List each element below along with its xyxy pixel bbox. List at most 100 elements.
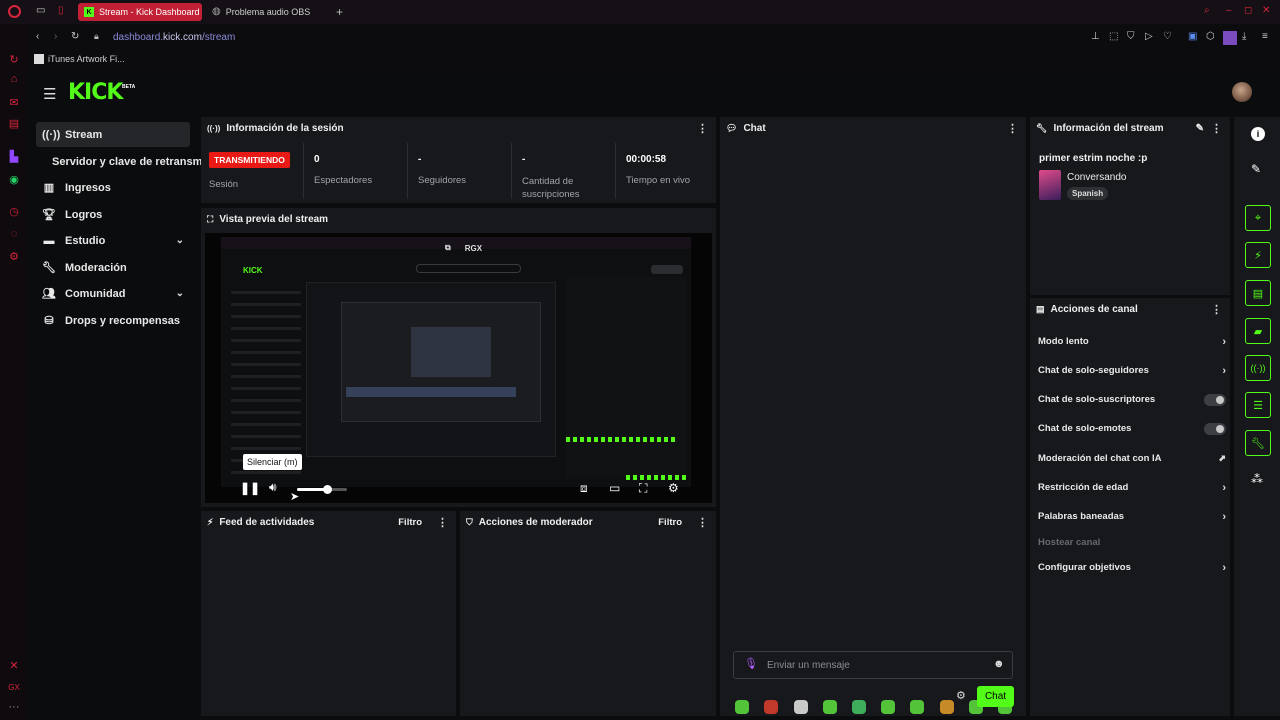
settings-icon[interactable]: ⚙ <box>668 482 679 494</box>
shield-icon[interactable]: ⛉ <box>1127 32 1135 42</box>
new-tab-button[interactable]: + <box>336 5 343 19</box>
news-icon[interactable]: ▤ <box>7 116 21 130</box>
category-name[interactable]: Conversando <box>1067 172 1126 183</box>
chat-send-button[interactable]: Chat <box>977 686 1014 707</box>
pause-icon[interactable]: ❚❚ <box>240 482 260 494</box>
broadcast-icon[interactable]: ((·)) <box>1245 355 1271 381</box>
crypto-icon[interactable]: ✕ <box>7 658 21 672</box>
whatsapp-icon[interactable]: ◉ <box>7 172 21 186</box>
theatre-icon[interactable]: ▭ <box>609 482 620 494</box>
emote-icon[interactable] <box>823 700 837 714</box>
tab-icon[interactable]: ▯ <box>58 6 64 16</box>
refresh-sidebar-icon[interactable]: ↻ <box>7 52 21 66</box>
sidebar-item-comunidad[interactable]: 👥︎ Comunidad ⌄ <box>36 281 190 306</box>
pinboard-icon[interactable]: ◌ <box>7 227 21 241</box>
channel-action-moderacion-ia[interactable]: Moderación del chat con IA ⬈ <box>1038 453 1226 464</box>
more-options-icon[interactable]: ⋮ <box>1211 303 1222 316</box>
back-icon[interactable]: ‹ <box>36 32 39 42</box>
volume-icon[interactable]: 🔊︎ <box>269 481 277 493</box>
tab-kick-dashboard[interactable]: K Stream - Kick Dashboard <box>78 3 202 21</box>
lightning-icon[interactable]: ⚡︎ <box>1245 242 1271 268</box>
extensions-icon[interactable]: ⬡ <box>1206 32 1215 42</box>
close-window-icon[interactable]: ✕ <box>1262 6 1270 16</box>
gx-icon[interactable]: GX <box>7 680 21 694</box>
profile-ext-icon[interactable] <box>1223 31 1237 45</box>
microphone-icon[interactable]: 🎙︎ <box>744 659 758 670</box>
sidebar-item-drops[interactable]: ⛁ Drops y recompensas <box>36 308 190 333</box>
channel-action-restriccion-edad[interactable]: Restricción de edad › <box>1038 482 1226 494</box>
sidebar-item-logros[interactable]: 🏆︎ Logros <box>36 202 190 227</box>
emote-icon[interactable] <box>764 700 778 714</box>
info-icon[interactable]: i <box>1251 127 1265 141</box>
pin-icon[interactable]: ⊥ <box>1091 32 1100 42</box>
tab-problema-audio[interactable]: ◍ Problema audio OBS <box>206 3 326 21</box>
heart-icon[interactable]: ♡ <box>1163 32 1172 42</box>
more-options-icon[interactable]: ⋮ <box>697 516 708 529</box>
snapshot-icon[interactable]: ⬚ <box>1109 32 1118 42</box>
channel-action-solo-seguidores[interactable]: Chat de solo-seguidores › <box>1038 365 1226 377</box>
channel-action-modo-lento[interactable]: Modo lento › <box>1038 336 1226 348</box>
filter-button[interactable]: Filtro <box>658 517 682 528</box>
list-icon[interactable]: ☰ <box>1245 392 1271 418</box>
share-icon[interactable]: ⁂ <box>1251 473 1263 485</box>
chat-settings-icon[interactable]: ⚙ <box>956 691 966 702</box>
opera-logo-icon[interactable] <box>8 5 21 18</box>
url-field[interactable]: dashboard.kick.com/stream <box>113 32 235 43</box>
toggle-switch[interactable] <box>1204 393 1226 406</box>
more-options-icon[interactable]: ⋮ <box>697 122 708 135</box>
sidebar-item-servidor[interactable]: Servidor y clave de retransm <box>46 149 202 174</box>
kick-logo[interactable]: KICK BETA <box>68 80 135 105</box>
more-options-icon[interactable]: ⋮ <box>1211 122 1222 135</box>
workspaces-icon[interactable]: ▭ <box>36 6 45 16</box>
avatar[interactable] <box>1232 82 1252 102</box>
edit-layout-icon[interactable]: ✎ <box>1251 163 1261 175</box>
more-options-icon[interactable]: ⋮ <box>437 516 448 529</box>
emote-icon[interactable] <box>940 700 954 714</box>
toggle-switch[interactable] <box>1204 422 1226 435</box>
download-icon[interactable]: ⤓ <box>1242 32 1246 42</box>
target-icon[interactable]: ⌖ <box>1245 205 1271 231</box>
emoji-icon[interactable]: ☻ <box>993 659 1005 670</box>
history-icon[interactable]: ◷ <box>7 204 21 218</box>
emote-icon[interactable] <box>852 700 866 714</box>
category-thumbnail[interactable] <box>1039 170 1061 200</box>
pip-icon[interactable]: ⧈ <box>580 482 588 494</box>
forward-icon[interactable]: › <box>54 32 57 42</box>
sidebar-item-stream[interactable]: ((·)) Stream <box>36 122 190 147</box>
emote-icon[interactable] <box>735 700 749 714</box>
twitch-icon[interactable]: ▙ <box>7 149 21 163</box>
volume-slider[interactable] <box>297 485 347 494</box>
shopping-icon[interactable]: ⌂ <box>7 72 21 86</box>
filter-button[interactable]: Filtro <box>398 517 422 528</box>
emote-icon[interactable] <box>794 700 808 714</box>
volume-knob[interactable] <box>323 485 332 494</box>
search-tabs-icon[interactable]: ⌕ <box>1204 6 1210 16</box>
messenger-icon[interactable]: ✉ <box>7 95 21 109</box>
document-icon[interactable]: ▤ <box>1245 280 1271 306</box>
translate-icon[interactable]: ▣ <box>1188 32 1197 42</box>
wrench-icon[interactable]: 🔧︎ <box>1245 430 1271 456</box>
sidebar-item-ingresos[interactable]: ▥ Ingresos <box>36 175 190 200</box>
bookmark-itunes[interactable]: iTunes Artwork Fi... <box>34 54 125 64</box>
player-icon[interactable]: ▷ <box>1145 32 1153 42</box>
chat-input[interactable]: 🎙︎ Enviar un mensaje ☻ <box>733 651 1013 679</box>
menu-icon[interactable]: ≡ <box>1262 32 1268 42</box>
emote-icon[interactable] <box>881 700 895 714</box>
mute-tooltip: Silenciar (m) <box>243 454 302 470</box>
more-icon[interactable]: ··· <box>7 700 21 714</box>
channel-action-objetivos[interactable]: Configurar objetivos › <box>1038 562 1226 574</box>
hamburger-icon[interactable]: ☰ <box>43 85 56 103</box>
chat-bubble-icon[interactable]: ▰ <box>1245 318 1271 344</box>
reload-icon[interactable]: ↻ <box>71 32 79 42</box>
sidebar-item-moderacion[interactable]: 🔧︎ Moderación <box>36 255 190 280</box>
channel-action-palabras-baneadas[interactable]: Palabras baneadas › <box>1038 511 1226 523</box>
video-player[interactable]: KICK ⧉ RGX Silenciar (m) ❚❚ 🔊︎ ➤ ⧈ ▭ ⛶ ⚙ <box>205 233 712 503</box>
settings-sidebar-icon[interactable]: ⚙ <box>7 249 21 263</box>
more-options-icon[interactable]: ⋮ <box>1007 122 1018 135</box>
fullscreen-icon[interactable]: ⛶ <box>639 482 647 494</box>
emote-icon[interactable] <box>910 700 924 714</box>
minimize-icon[interactable]: – <box>1226 6 1232 16</box>
edit-icon[interactable]: ✎ <box>1196 123 1204 134</box>
sidebar-item-estudio[interactable]: ▬ Estudio ⌄ <box>36 228 190 253</box>
maximize-icon[interactable]: ◻ <box>1244 6 1252 16</box>
